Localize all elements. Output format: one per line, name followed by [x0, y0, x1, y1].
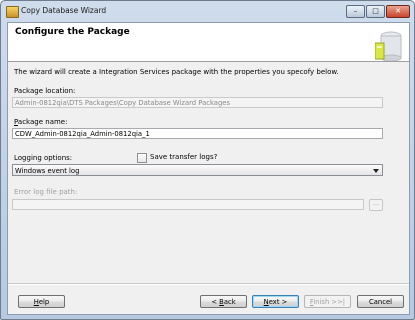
window-frame: Copy Database Wizard – □ ✕ Configure the…: [0, 0, 415, 320]
package-location-label: Package location:: [14, 87, 76, 95]
footer-divider: [8, 283, 409, 285]
save-transfer-logs-label[interactable]: Save transfer logs?: [150, 153, 217, 161]
package-name-label-text: ackage name:: [17, 118, 68, 126]
database-package-icon: [375, 31, 402, 61]
maximize-button[interactable]: □: [366, 5, 385, 18]
finish-button[interactable]: Finish >>|: [304, 295, 351, 308]
back-prefix: <: [211, 298, 220, 306]
wizard-page: Configure the Package The wizard will cr…: [7, 22, 410, 315]
title-bar[interactable]: Copy Database Wizard – □ ✕: [1, 1, 415, 21]
logging-options-dropdown[interactable]: Windows event log: [12, 164, 383, 176]
error-log-path-field: [12, 199, 364, 210]
close-button[interactable]: ✕: [386, 5, 410, 18]
chevron-down-icon: [373, 169, 379, 173]
logging-options-label: Logging options:: [14, 154, 73, 162]
help-label: elp: [38, 298, 50, 306]
browse-button[interactable]: ...: [369, 199, 383, 211]
cancel-button[interactable]: Cancel: [357, 295, 404, 308]
back-button[interactable]: < Back: [200, 295, 247, 308]
finish-label: inish >>|: [313, 298, 346, 306]
back-label: ack: [223, 298, 236, 306]
help-button[interactable]: Help: [18, 295, 65, 308]
package-name-field[interactable]: CDW_Admin-0812qia_Admin-0812qia_1: [12, 128, 383, 139]
logging-options-value: Windows event log: [15, 167, 80, 175]
error-log-label: Error log file path:: [14, 188, 78, 196]
page-title: Configure the Package: [15, 27, 130, 37]
package-name-label: Package name:: [14, 118, 67, 126]
save-transfer-logs-checkbox[interactable]: [137, 153, 147, 163]
minimize-button[interactable]: –: [346, 5, 365, 18]
next-label: ext >: [268, 298, 288, 306]
wizard-header: Configure the Package: [8, 23, 409, 62]
window-title: Copy Database Wizard: [21, 6, 107, 15]
description-text: The wizard will create a Integration Ser…: [14, 68, 339, 76]
wizard-app-icon: [6, 6, 19, 18]
next-button[interactable]: Next >: [252, 295, 299, 308]
package-location-field: Admin-0812qia\DTS Packages\Copy Database…: [12, 97, 383, 108]
